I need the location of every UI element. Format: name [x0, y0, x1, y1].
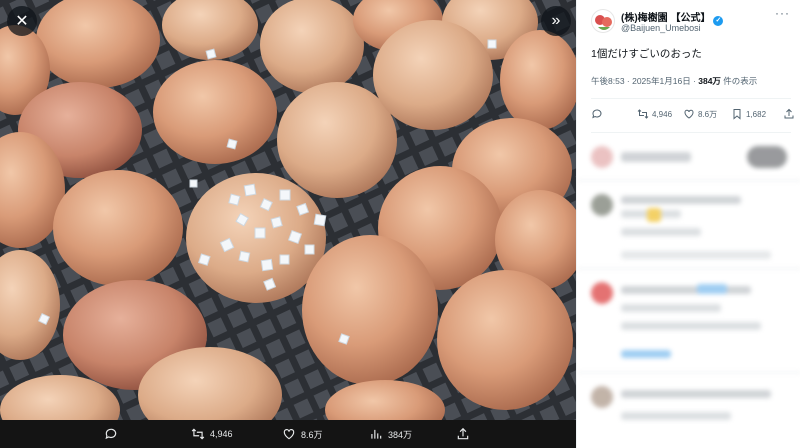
post-stats-bar: 4,946 8.6万 1,682 [591, 108, 796, 124]
verified-badge-icon: ✓ [713, 16, 724, 26]
panel-retweet-count: 4,946 [652, 109, 673, 119]
blurred-line [621, 286, 751, 294]
like-count: 8.6万 [301, 429, 323, 440]
blurred-avatar [591, 194, 613, 216]
double-chevron-right-icon: » [551, 12, 561, 29]
blurred-link [697, 284, 727, 294]
reply-icon [592, 109, 602, 119]
blurred-button [747, 146, 787, 168]
blurred-divider [577, 372, 800, 373]
retweet-count: 4,946 [210, 429, 233, 439]
author-handle[interactable]: @Baijuen_Umebosi [621, 23, 701, 33]
panel-reply-button[interactable] [591, 108, 606, 120]
post-text: 1個だけすごいのおった [591, 48, 702, 60]
blurred-avatar [591, 282, 613, 304]
views-button[interactable]: 384万 [369, 420, 412, 448]
divider [591, 132, 791, 133]
panel-bookmark-button[interactable]: 1,682 [731, 108, 766, 120]
blurred-avatar [591, 386, 613, 408]
media-modal: ✕ » 4,946 8.6万 384万 (株)梅樹園 【公式】 ✓ @Baiju… [0, 0, 800, 448]
blurred-replies-area [577, 136, 800, 448]
media-action-bar: 4,946 8.6万 384万 [0, 420, 576, 448]
blurred-line [621, 228, 701, 236]
post-header: (株)梅樹園 【公式】 ✓ @Baijuen_Umebosi ··· [577, 0, 800, 40]
panel-retweet-button[interactable]: 4,946 [637, 108, 672, 120]
heart-icon [283, 429, 295, 440]
like-button[interactable]: 8.6万 [282, 420, 323, 448]
expand-panel-button[interactable]: » [541, 6, 571, 36]
media-viewer: ✕ » 4,946 8.6万 384万 [0, 0, 576, 448]
post-timestamp[interactable]: 午後8:53 · 2025年1月16日 · [591, 76, 698, 86]
divider [591, 98, 791, 99]
blurred-divider [577, 268, 800, 269]
post-detail-panel: (株)梅樹園 【公式】 ✓ @Baijuen_Umebosi ··· 1個だけすご… [576, 0, 800, 448]
post-views-count: 384万 [698, 76, 721, 86]
retweet-icon [191, 428, 205, 440]
reply-button[interactable] [104, 420, 118, 448]
share-icon [784, 108, 794, 119]
more-options-icon[interactable]: ··· [775, 6, 790, 20]
blurred-emoji [647, 208, 661, 222]
retweet-icon [637, 109, 649, 119]
post-meta: 午後8:53 · 2025年1月16日 · 384万 件の表示 [591, 75, 757, 87]
share-icon [457, 427, 469, 440]
close-button[interactable]: ✕ [7, 6, 37, 36]
panel-share-button[interactable] [783, 108, 795, 120]
retweet-button[interactable]: 4,946 [191, 420, 233, 448]
panel-like-count: 8.6万 [698, 109, 718, 119]
views-count: 384万 [388, 429, 413, 440]
post-photo[interactable] [0, 0, 576, 420]
blurred-divider [577, 180, 800, 181]
blurred-line [621, 304, 721, 312]
blurred-line [621, 412, 731, 420]
blurred-link [621, 350, 671, 358]
post-views-label: 件の表示 [720, 76, 758, 86]
close-icon: ✕ [15, 13, 29, 30]
reply-icon [105, 428, 117, 440]
heart-icon [684, 109, 694, 119]
blurred-line [621, 251, 771, 259]
share-button[interactable] [456, 420, 470, 448]
bar-chart-icon [371, 429, 382, 439]
blurred-line [621, 390, 771, 398]
blurred-line [621, 152, 691, 162]
blurred-avatar [591, 146, 613, 168]
avatar[interactable] [591, 9, 615, 33]
bookmark-icon [733, 109, 741, 120]
blurred-line [621, 196, 741, 204]
panel-bookmark-count: 1,682 [746, 109, 767, 119]
panel-like-button[interactable]: 8.6万 [683, 108, 717, 120]
blurred-line [621, 322, 761, 330]
